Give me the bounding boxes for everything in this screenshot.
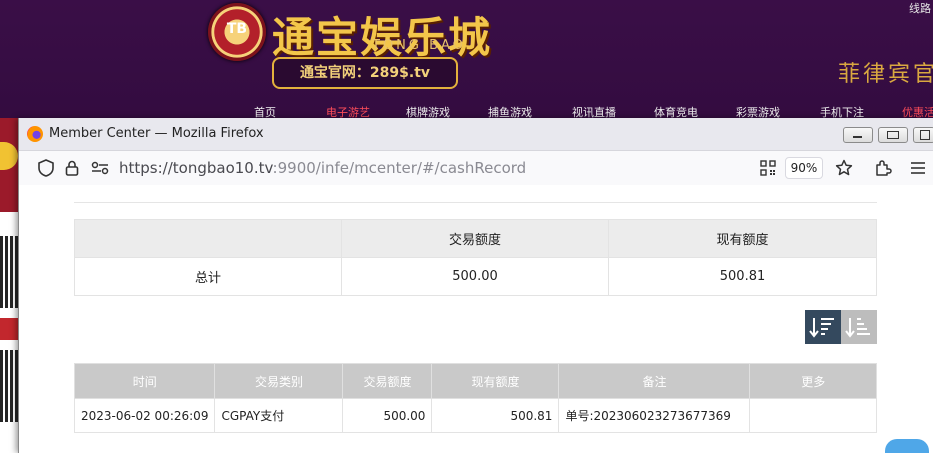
- site-slogan: 菲律宾官: [838, 62, 933, 87]
- cell-time: 2023-06-02 00:26:09: [73, 398, 216, 433]
- column-header-time[interactable]: 时间: [73, 363, 216, 399]
- maximize-button[interactable]: [878, 127, 908, 143]
- cell-type: CGPAY支付: [214, 398, 344, 433]
- summary-header-row: 交易额度 现有额度: [74, 219, 877, 258]
- column-header-more[interactable]: 更多: [749, 363, 877, 399]
- summary-table: 交易额度 现有额度 总计 500.00 500.81: [74, 219, 877, 296]
- url-bar[interactable]: https://tongbao10.tv:9900/infe/mcenter/#…: [119, 159, 526, 177]
- close-window-button[interactable]: [913, 127, 933, 143]
- site-logo-subtitle: TONG BAO: [372, 38, 466, 53]
- minimize-icon: [853, 136, 862, 138]
- floating-chat-button[interactable]: [885, 439, 929, 453]
- hamburger-menu-icon[interactable]: [909, 159, 927, 177]
- column-header-type[interactable]: 交易类别: [214, 363, 344, 399]
- url-host: https://tongbao10.tv: [119, 159, 273, 177]
- cell-more[interactable]: [749, 398, 877, 433]
- site-nav-item[interactable]: 体育竞电: [654, 104, 698, 118]
- left-promo-strip: [0, 118, 18, 453]
- page-content: 交易额度 现有额度 总计 500.00 500.81 时间 交易类别 交易额度 …: [19, 185, 933, 453]
- cell-amount: 500.00: [342, 398, 433, 433]
- maximize-icon: [887, 131, 899, 139]
- sort-descending-button[interactable]: [805, 310, 841, 344]
- site-nav-item[interactable]: 视讯直播: [572, 104, 616, 118]
- summary-cell: 500.81: [608, 257, 877, 296]
- firefox-logo-icon: [27, 126, 43, 142]
- extensions-icon[interactable]: [874, 159, 892, 177]
- url-path: :9900/infe/mcenter/#/cashRecord: [272, 159, 527, 177]
- sort-ascending-button[interactable]: [841, 310, 877, 344]
- qr-code-icon: [0, 236, 18, 308]
- table-header-row: 时间 交易类别 交易额度 现有额度 备注 更多: [73, 363, 877, 399]
- table-row: 2023-06-02 00:26:09 CGPAY支付 500.00 500.8…: [73, 398, 877, 433]
- casino-chip-logo-icon: TB: [208, 3, 266, 61]
- lock-icon[interactable]: [63, 159, 81, 177]
- column-header-remark[interactable]: 备注: [558, 363, 751, 399]
- top-right-link[interactable]: 线路: [909, 0, 931, 16]
- summary-cell: 总计: [74, 257, 342, 296]
- site-logo-title: 通宝娱乐城: [272, 13, 493, 62]
- shield-icon[interactable]: [37, 159, 55, 177]
- site-nav-item[interactable]: 手机下注: [820, 104, 864, 118]
- qr-code-icon[interactable]: [759, 159, 777, 177]
- site-nav-item[interactable]: 捕鱼游戏: [488, 104, 532, 118]
- official-site-banner[interactable]: 通宝官网：289$.tv: [272, 57, 458, 89]
- window-titlebar[interactable]: Member Center — Mozilla Firefox: [19, 118, 933, 151]
- window-title: Member Center — Mozilla Firefox: [49, 126, 264, 141]
- site-nav-bar: 首页 电子游艺 棋牌游戏 捕鱼游戏 视讯直播 体育竞电 彩票游戏 手机下注 优惠…: [230, 104, 933, 118]
- summary-cell: 500.00: [341, 257, 609, 296]
- site-nav-item[interactable]: 彩票游戏: [736, 104, 780, 118]
- summary-header-cell: [74, 219, 342, 258]
- site-nav-item[interactable]: 优惠活: [902, 104, 933, 118]
- divider: [74, 202, 877, 203]
- summary-header-cell: 现有额度: [608, 219, 877, 258]
- cash-record-table: 时间 交易类别 交易额度 现有额度 备注 更多 2023-06-02 00:26…: [73, 363, 877, 433]
- permissions-icon[interactable]: [91, 159, 109, 177]
- pay-badge: [0, 318, 18, 340]
- cell-remark: 单号:202306023273677369: [558, 398, 751, 433]
- summary-total-row: 总计 500.00 500.81: [74, 257, 877, 296]
- browser-navbar: https://tongbao10.tv:9900/infe/mcenter/#…: [19, 151, 933, 186]
- zoom-level-badge[interactable]: 90%: [785, 157, 823, 179]
- site-nav-item[interactable]: 棋牌游戏: [406, 104, 450, 118]
- sort-descending-icon: [809, 318, 834, 338]
- site-nav-item[interactable]: 首页: [254, 104, 276, 118]
- logo-chip-text: TB: [226, 21, 248, 37]
- site-nav-item[interactable]: 电子游艺: [326, 104, 370, 118]
- close-icon: [920, 130, 930, 140]
- gold-coin-icon: [0, 142, 18, 170]
- summary-header-cell: 交易额度: [341, 219, 609, 258]
- bookmark-star-icon[interactable]: [835, 159, 853, 177]
- minimize-button[interactable]: [843, 127, 873, 143]
- column-header-balance[interactable]: 现有额度: [431, 363, 560, 399]
- column-header-amount[interactable]: 交易额度: [342, 363, 433, 399]
- qr-code-icon: [0, 350, 18, 422]
- sort-ascending-icon: [845, 318, 870, 338]
- firefox-window: Member Center — Mozilla Firefox https://…: [18, 118, 933, 453]
- cell-balance: 500.81: [431, 398, 560, 433]
